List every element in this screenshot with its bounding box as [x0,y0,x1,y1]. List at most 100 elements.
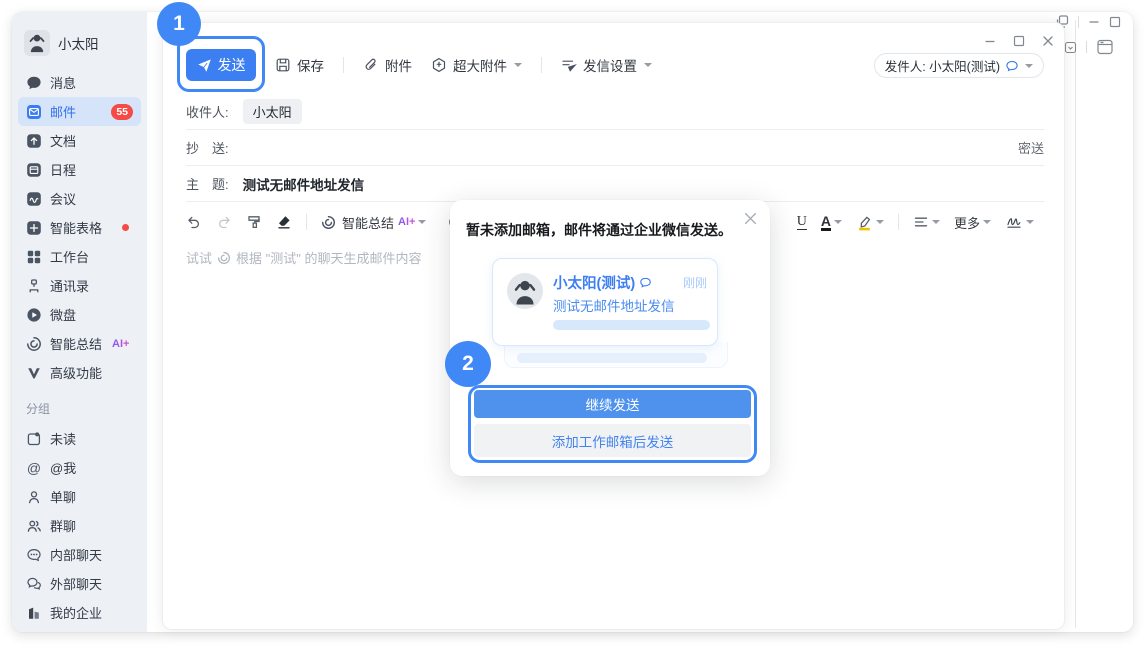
people-icon [26,518,42,534]
close-icon[interactable] [744,212,757,230]
recipient-chip[interactable]: 小太阳 [243,99,302,124]
sidebar-item-internal-chat[interactable]: 内部聊天 [18,540,141,569]
smart-summary-label: 智能总结 [342,213,394,232]
chevron-down-icon [418,220,426,224]
sidebar-item-label: 日程 [50,160,76,179]
placeholder-suffix: 根据 "测试" 的聊天生成邮件内容 [236,248,421,267]
divider [1086,41,1087,53]
sidebar-item-messages[interactable]: 消息 [18,68,141,97]
send-settings-button[interactable]: 发信设置 [561,55,652,75]
more-button[interactable]: 更多 [954,213,991,232]
minimize-main-icon[interactable] [1088,16,1100,28]
signature-button[interactable] [1005,214,1034,230]
undo-button[interactable] [186,214,202,230]
smart-summary-button[interactable]: 智能总结 AI+ [321,213,426,232]
layout-toggle-icon[interactable] [1096,38,1114,56]
unread-count-badge: 55 [111,104,133,120]
clear-format-button[interactable] [276,214,292,230]
maximize-main-icon[interactable] [1109,16,1121,28]
sidebar-item-label: @我 [50,458,76,477]
card-timestamp: 刚刚 [683,274,707,291]
large-attachment-label: 超大附件 [453,55,507,75]
attachment-button[interactable]: 附件 [363,55,412,75]
divider [306,214,307,230]
sidebar-item-ai-summary[interactable]: 智能总结 AI+ [18,329,141,358]
user-name: 小太阳 [58,33,99,53]
contacts-icon [26,278,42,294]
save-button[interactable]: 保存 [275,55,324,75]
mail-preview-card: 小太阳(测试) 刚刚 测试无邮件地址发信 [492,258,718,346]
sidebar-item-single-chat[interactable]: 单聊 [18,482,141,511]
maximize-icon[interactable] [1013,35,1025,47]
sidebar-item-contacts[interactable]: 通讯录 [18,271,141,300]
sidebar-item-group-chat[interactable]: 群聊 [18,511,141,540]
chevron-down-icon [514,63,522,67]
ai-plus-tag: AI+ [112,338,129,350]
sidebar-item-meeting[interactable]: 会议 [18,184,141,213]
sidebar-item-calendar[interactable]: 日程 [18,155,141,184]
wechat-bubble-icon [1005,59,1019,73]
highlight-button[interactable] [856,214,884,231]
sidebar-item-mail[interactable]: 邮件 55 [18,97,141,126]
sidebar-item-advanced[interactable]: 高级功能 [18,358,141,387]
sidebar-item-label: 消息 [50,73,76,92]
cc-field[interactable]: 抄 送: 密送 [186,130,1044,166]
double-bubble-icon [26,576,42,592]
sidebar-item-docs[interactable]: 文档 [18,126,141,155]
large-attachment-icon [431,57,447,73]
collapse-panel-icon[interactable] [1064,41,1077,54]
save-label: 保存 [297,55,324,75]
sidebar-item-label: 高级功能 [50,363,102,382]
meeting-icon [26,191,42,207]
continue-send-button[interactable]: 继续发送 [474,390,751,418]
sidebar-item-workbench[interactable]: 工作台 [18,242,141,271]
close-icon[interactable] [1042,35,1054,47]
signature-icon [1005,214,1023,230]
card-header: 小太阳(测试) 刚刚 [553,272,707,293]
sidebar-item-label: 未读 [50,429,76,448]
background-pane-divider [1075,20,1076,628]
paper-plane-icon [197,58,212,73]
format-painter-button[interactable] [246,214,262,230]
send-settings-icon [561,57,577,73]
minimize-icon[interactable] [984,35,996,47]
user-profile[interactable]: 小太阳 [12,28,147,58]
wedrive-icon [26,307,42,323]
sidebar-item-unread[interactable]: 未读 [18,424,141,453]
to-label: 收件人: [186,102,229,121]
subject-value: 测试无邮件地址发信 [243,174,365,194]
sidebar-item-wedrive[interactable]: 微盘 [18,300,141,329]
sidebar-item-label: 会议 [50,189,76,208]
large-attachment-button[interactable]: 超大附件 [431,55,522,75]
skeleton-line [517,353,707,363]
font-color-button[interactable]: A [821,214,842,231]
sidebar-item-smart-table[interactable]: 智能表格 [18,213,141,242]
sidebar-item-at-me[interactable]: @ @我 [18,453,141,482]
chevron-down-icon [834,220,842,224]
sender-selector[interactable]: 发件人: 小太阳(测试) [874,53,1044,78]
paperclip-icon [363,57,379,73]
sidebar-item-label: 智能总结 [50,334,102,353]
cc-label: 抄 送: [186,138,229,157]
address-fields: 收件人: 小太阳 抄 送: 密送 主 题: 测试无邮件地址发信 [186,94,1044,202]
at-icon: @ [26,460,42,476]
subject-field[interactable]: 主 题: 测试无邮件地址发信 [186,166,1044,202]
unread-icon [26,431,42,447]
attachment-label: 附件 [385,55,412,75]
add-mailbox-button[interactable]: 添加工作邮箱后发送 [474,424,751,457]
sender-label: 发件人: 小太阳(测试) [885,56,1000,75]
underline-button[interactable]: U [797,214,807,230]
advanced-features-icon [26,365,42,381]
step-2-badge: 2 [445,341,491,387]
workbench-icon [26,249,42,265]
to-field[interactable]: 收件人: 小太阳 [186,94,1044,130]
sidebar-item-external-chat[interactable]: 外部聊天 [18,569,141,598]
bcc-toggle[interactable]: 密送 [1018,138,1044,157]
redo-button[interactable] [216,214,232,230]
send-button[interactable]: 发送 [186,49,256,81]
placeholder-prefix: 试试 [186,248,212,267]
sidebar-item-my-company[interactable]: 我的企业 [18,598,141,627]
chevron-down-icon [644,63,652,67]
chevron-down-icon [983,220,991,224]
align-button[interactable] [913,214,940,230]
